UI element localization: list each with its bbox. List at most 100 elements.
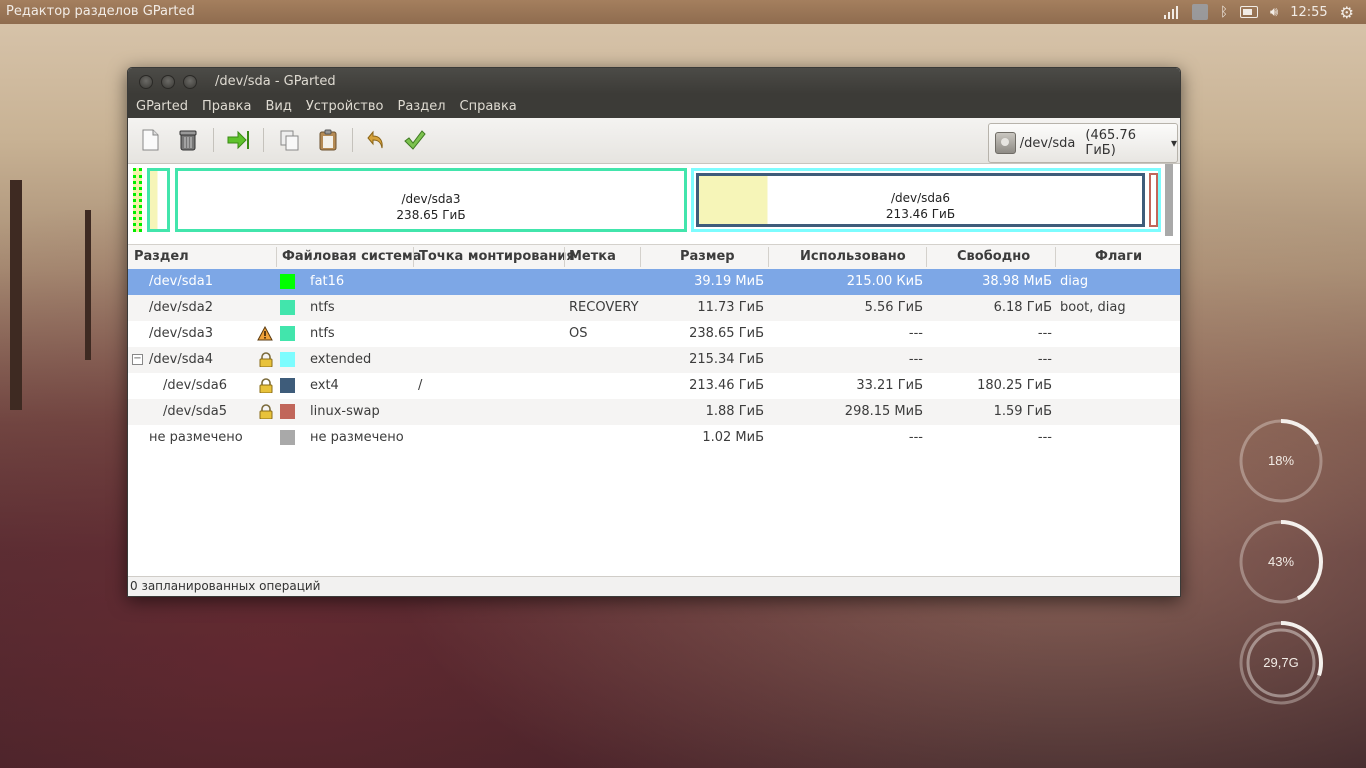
cell-mountpoint: / — [418, 378, 423, 393]
cell-flags: diag — [1060, 274, 1089, 289]
copy-icon[interactable] — [278, 128, 302, 152]
table-row[interactable]: не размечено не размечено 1.02 МиБ --- --- — [128, 425, 1180, 451]
cell-free: 38.98 МиБ — [982, 274, 1052, 289]
resize-move-icon[interactable] — [226, 128, 250, 152]
map-unallocated[interactable] — [1165, 164, 1173, 236]
column-separator — [1055, 247, 1056, 267]
map-sda3-size: 238.65 ГиБ — [396, 208, 466, 222]
column-separator — [413, 247, 414, 267]
ring-value: 18% — [1267, 453, 1295, 468]
active-app-title: Редактор разделов GParted — [6, 4, 195, 19]
column-separator — [276, 247, 277, 267]
toolbar: /dev/sda (465.76 ГиБ) ▾ — [128, 118, 1180, 164]
cell-partition: /dev/sda3 — [149, 326, 213, 341]
col-size[interactable]: Размер — [680, 249, 735, 264]
volume-icon[interactable]: 🔊︎ — [1270, 5, 1278, 20]
battery-icon[interactable] — [1239, 6, 1258, 18]
gparted-window: /dev/sda - GParted GParted Правка Вид Ус… — [127, 67, 1181, 597]
toolbar-separator — [263, 128, 264, 152]
col-partition[interactable]: Раздел — [134, 249, 189, 264]
cell-filesystem: не размечено — [310, 430, 404, 445]
map-sda5[interactable] — [1149, 173, 1158, 227]
ring-value: 29,7G — [1263, 655, 1299, 670]
cell-filesystem: extended — [310, 352, 372, 367]
statusbar: 0 запланированных операций — [128, 576, 1180, 596]
table-row[interactable]: /dev/sda6 ext4 / 213.46 ГиБ 33.21 ГиБ 180.25 … — [128, 373, 1180, 399]
cell-size: 1.88 ГиБ — [705, 404, 764, 419]
cell-used: 215.00 КиБ — [846, 274, 923, 289]
cpu-usage-ring: 18% — [1238, 418, 1324, 504]
gear-icon[interactable]: ⚙ — [1340, 3, 1354, 22]
cell-partition: /dev/sda1 — [149, 274, 213, 289]
apply-icon[interactable] — [402, 128, 426, 152]
cell-filesystem: linux-swap — [310, 404, 380, 419]
minimize-button[interactable] — [161, 75, 175, 89]
col-used[interactable]: Использовано — [800, 249, 906, 264]
bluetooth-icon[interactable]: ᛒ — [1220, 5, 1228, 20]
map-sda1[interactable] — [133, 168, 142, 232]
cell-partition: /dev/sda5 — [163, 404, 227, 419]
fs-color-swatch — [280, 274, 295, 289]
fs-color-swatch — [280, 352, 295, 367]
col-filesystem[interactable]: Файловая система — [282, 249, 421, 264]
table-row[interactable]: /dev/sda2 ntfs RECOVERY 11.73 ГиБ 5.56 ГиБ 6.… — [128, 295, 1180, 321]
toolbar-separator — [213, 128, 214, 152]
menubar: GParted Правка Вид Устройство Раздел Спр… — [128, 94, 1180, 118]
lock-icon — [259, 352, 273, 367]
cell-free: 1.59 ГиБ — [993, 404, 1052, 419]
network-icon[interactable] — [1164, 5, 1180, 19]
col-label[interactable]: Метка — [569, 249, 616, 264]
partition-table: /dev/sda1 fat16 39.19 МиБ 215.00 КиБ 38.98 М… — [128, 269, 1180, 451]
fs-color-swatch — [280, 300, 295, 315]
undo-icon[interactable] — [365, 128, 389, 152]
fs-color-swatch — [280, 404, 295, 419]
cell-filesystem: fat16 — [310, 274, 345, 289]
delete-partition-icon[interactable] — [176, 128, 200, 152]
col-flags[interactable]: Флаги — [1095, 249, 1142, 264]
column-separator — [564, 247, 565, 267]
menu-view[interactable]: Вид — [265, 99, 291, 114]
map-sda6-size: 213.46 ГиБ — [885, 207, 956, 221]
device-selector[interactable]: /dev/sda (465.76 ГиБ) ▾ — [988, 123, 1178, 163]
menu-gparted[interactable]: GParted — [136, 99, 188, 114]
lock-icon — [259, 378, 273, 393]
col-mountpoint[interactable]: Точка монтирования — [419, 249, 575, 264]
close-button[interactable] — [139, 75, 153, 89]
table-row[interactable]: −/dev/sda4 extended 215.34 ГиБ --- --- — [128, 347, 1180, 373]
menu-partition[interactable]: Раздел — [397, 99, 445, 114]
cell-size: 1.02 МиБ — [702, 430, 764, 445]
background-fence-post — [10, 180, 22, 410]
harddisk-icon — [995, 132, 1016, 154]
paste-icon[interactable] — [316, 128, 340, 152]
menu-edit[interactable]: Правка — [202, 99, 251, 114]
cell-partition: /dev/sda2 — [149, 300, 213, 315]
cell-label: OS — [569, 326, 588, 341]
cell-flags: boot, diag — [1060, 300, 1126, 315]
keyboard-indicator-icon[interactable] — [1192, 4, 1209, 20]
cell-free: --- — [1037, 352, 1052, 367]
map-sda3[interactable]: /dev/sda3 238.65 ГиБ — [175, 168, 687, 232]
clock[interactable]: 12:55 — [1290, 5, 1327, 20]
cell-filesystem: ntfs — [310, 300, 335, 315]
disk-usage-ring: 29,7G — [1238, 620, 1324, 706]
new-partition-icon[interactable] — [138, 128, 162, 152]
cell-partition: /dev/sda4 — [149, 352, 213, 367]
map-sda2[interactable] — [147, 168, 170, 232]
table-row[interactable]: /dev/sda5 linux-swap 1.88 ГиБ 298.15 МиБ 1.5… — [128, 399, 1180, 425]
device-size: (465.76 ГиБ) — [1085, 128, 1136, 158]
window-titlebar[interactable]: /dev/sda - GParted — [128, 68, 1180, 94]
table-row[interactable]: /dev/sda1 fat16 39.19 МиБ 215.00 КиБ 38.98 М… — [128, 269, 1180, 295]
cell-size: 215.34 ГиБ — [689, 352, 764, 367]
collapse-icon[interactable]: − — [132, 354, 143, 365]
cell-used: --- — [908, 430, 923, 445]
warning-icon — [257, 326, 273, 341]
table-row[interactable]: /dev/sda3 ntfs OS 238.65 ГиБ --- --- — [128, 321, 1180, 347]
maximize-button[interactable] — [183, 75, 197, 89]
map-sda6[interactable]: /dev/sda6 213.46 ГиБ — [696, 173, 1145, 227]
menu-help[interactable]: Справка — [460, 99, 517, 114]
col-free[interactable]: Свободно — [957, 249, 1030, 264]
menu-device[interactable]: Устройство — [306, 99, 384, 114]
ring-value: 43% — [1267, 554, 1295, 569]
map-sda4-extended[interactable]: /dev/sda6 213.46 ГиБ — [691, 168, 1161, 232]
cell-partition: не размечено — [149, 430, 243, 445]
